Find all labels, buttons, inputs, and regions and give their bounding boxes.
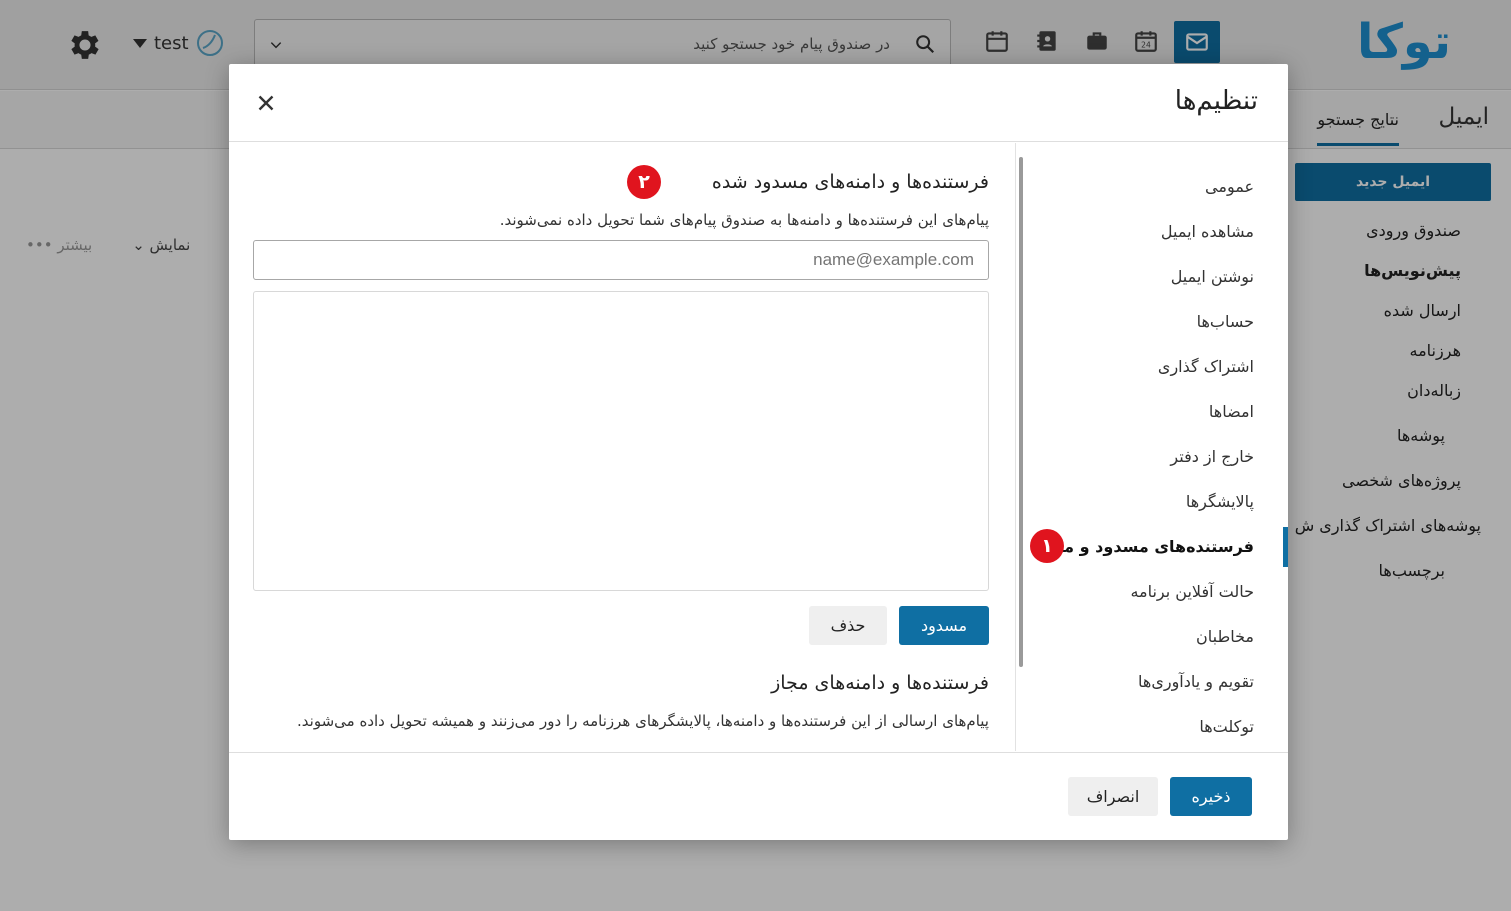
blocked-section-description: پیام‌های این فرستنده‌ها و دامنه‌ها به صن… [499, 211, 989, 229]
active-nav-indicator [1283, 527, 1288, 567]
nav-tokens[interactable]: توکلت‌ها [1199, 717, 1254, 736]
blocked-section-title: فرستنده‌ها و دامنه‌های مسدود شده [711, 171, 989, 193]
settings-content: فرستنده‌ها و دامنه‌های مسدود شده ۲ پیام‌… [253, 143, 989, 751]
allowed-section-description: پیام‌های ارسالی از این فرستنده‌ها و دامن… [297, 712, 989, 730]
nav-general[interactable]: عمومی [1205, 177, 1254, 196]
nav-offline-mode[interactable]: حالت آفلاین برنامه [1130, 582, 1254, 601]
dialog-title: تنظیم‌ها [1174, 86, 1258, 116]
dialog-header: تنظیم‌ها [229, 64, 1288, 142]
step-badge-2: ۲ [627, 165, 661, 199]
nav-signatures[interactable]: امضاها [1209, 402, 1254, 421]
cancel-button[interactable]: انصراف [1068, 777, 1158, 816]
settings-nav: عمومی مشاهده ایمیل نوشتن ایمیل حساب‌ها ا… [1015, 143, 1288, 751]
dialog-footer: ذخیره انصراف [229, 752, 1288, 840]
nav-out-of-office[interactable]: خارج از دفتر [1170, 447, 1254, 466]
close-icon[interactable] [253, 90, 279, 116]
nav-scrollbar[interactable] [1019, 157, 1023, 667]
save-button[interactable]: ذخیره [1170, 777, 1252, 816]
step-badge-1: ۱ [1030, 529, 1064, 563]
blocked-list[interactable] [253, 291, 989, 591]
delete-button[interactable]: حذف [809, 606, 887, 645]
blocked-email-input[interactable] [253, 240, 989, 280]
nav-accounts[interactable]: حساب‌ها [1197, 312, 1254, 331]
settings-dialog: تنظیم‌ها عمومی مشاهده ایمیل نوشتن ایمیل … [229, 64, 1288, 840]
allowed-section-title: فرستنده‌ها و دامنه‌های مجاز [771, 672, 989, 694]
nav-compose-email[interactable]: نوشتن ایمیل [1171, 267, 1254, 286]
nav-contacts[interactable]: مخاطبان [1196, 627, 1254, 646]
nav-blocked-allowed-senders[interactable]: فرستنده‌های مسدود و مجاز [1037, 537, 1254, 556]
nav-calendar-reminders[interactable]: تقویم و یادآوری‌ها [1138, 672, 1254, 691]
nav-filters[interactable]: پالایشگرها [1186, 492, 1254, 511]
nav-sharing[interactable]: اشتراک گذاری [1158, 357, 1254, 376]
block-button[interactable]: مسدود [899, 606, 989, 645]
nav-view-email[interactable]: مشاهده ایمیل [1161, 222, 1254, 241]
